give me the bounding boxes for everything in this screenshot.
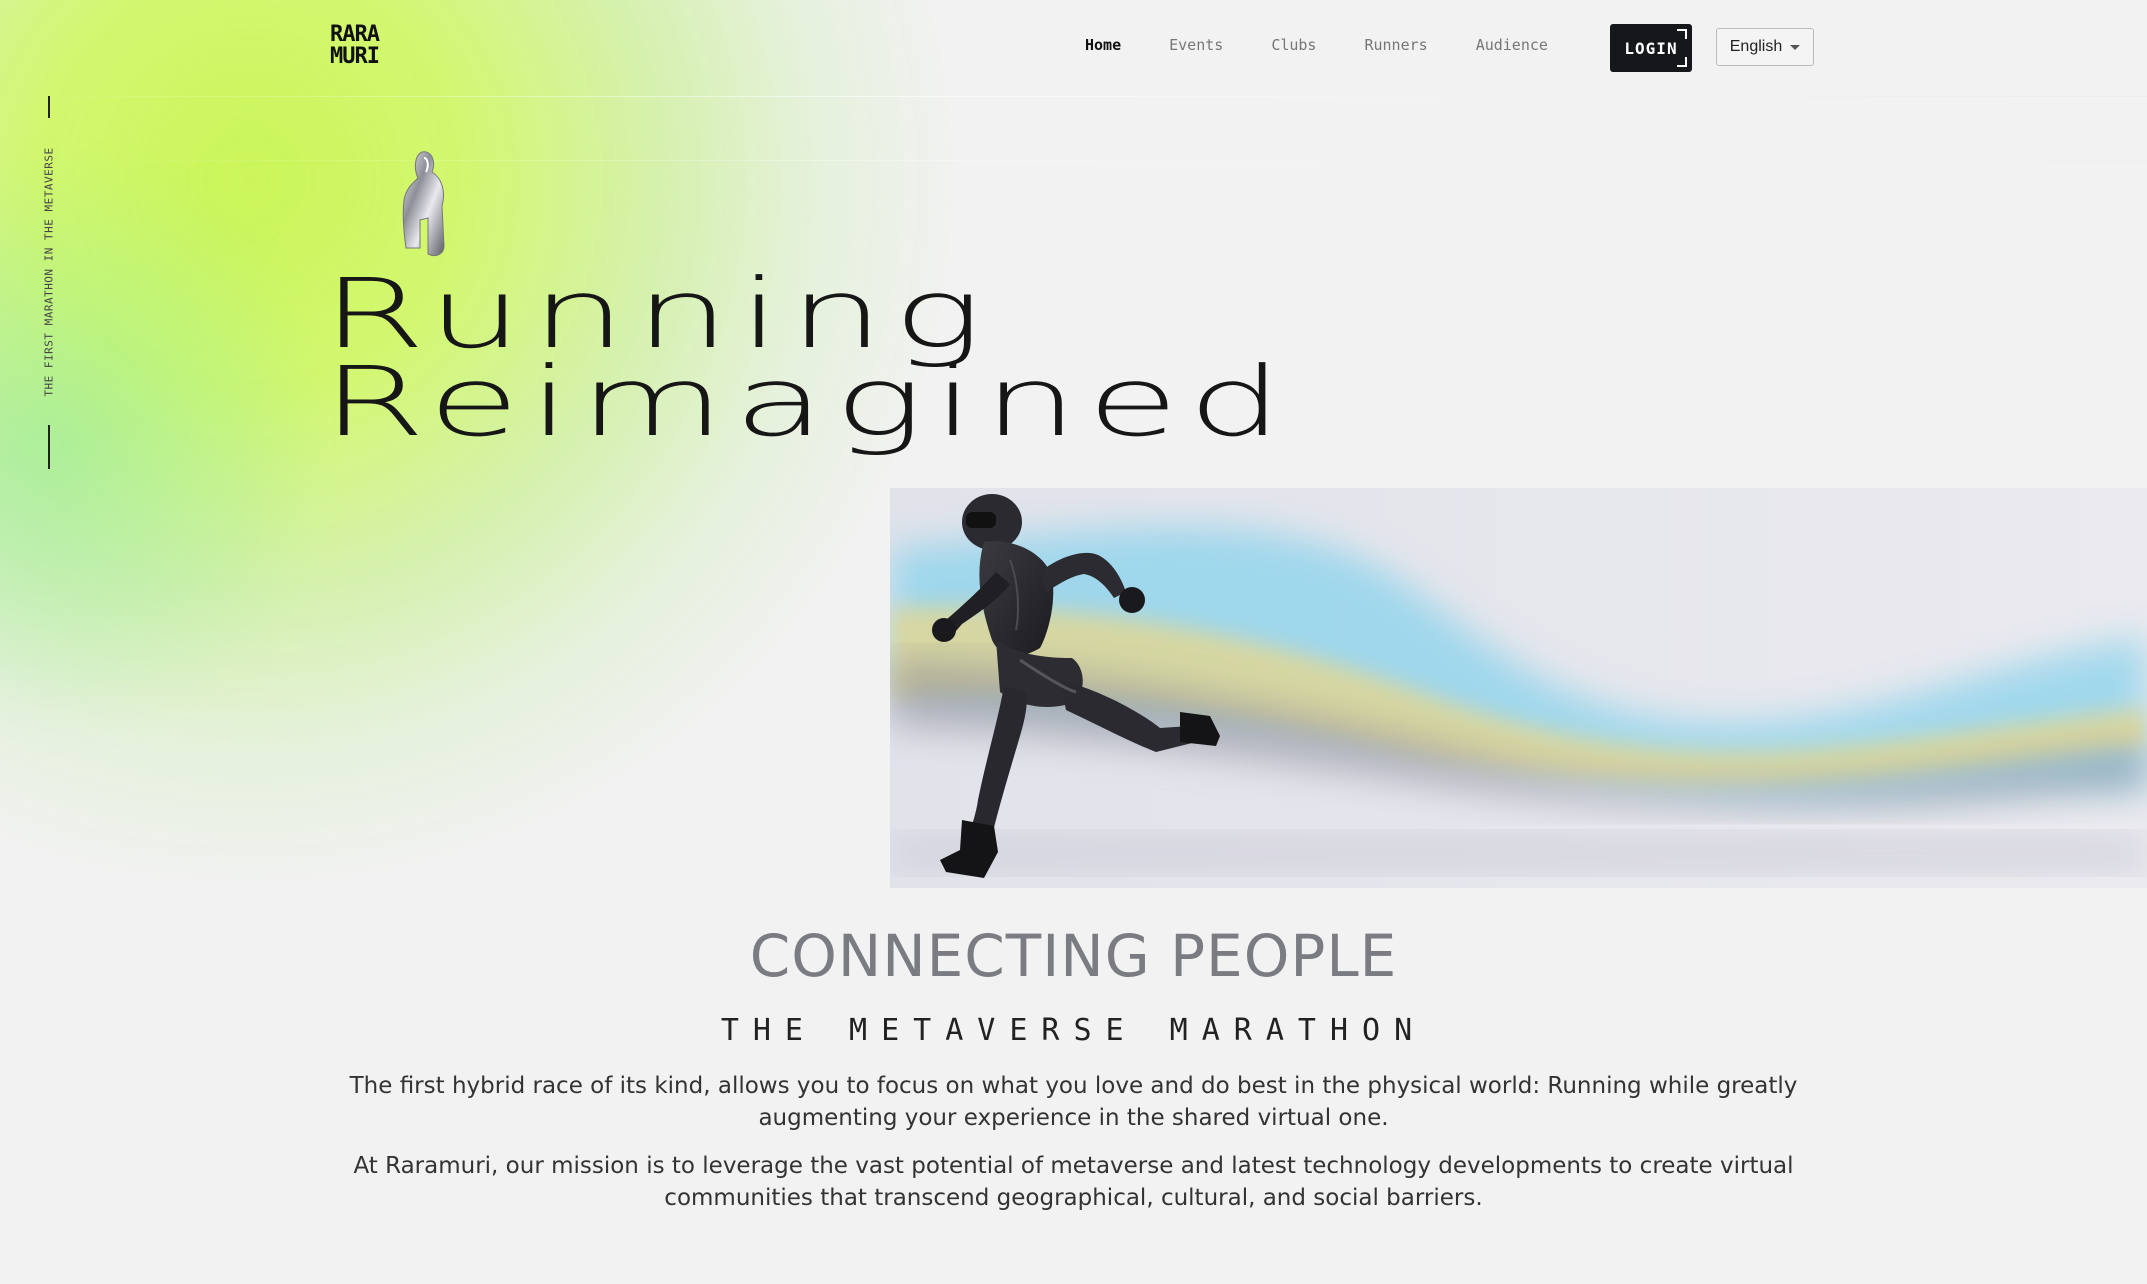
language-value: English: [1729, 38, 1783, 55]
nav-home[interactable]: Home: [1085, 36, 1121, 54]
hero-title-line-1: Running: [322, 258, 992, 370]
login-button[interactable]: LOGIN: [1610, 24, 1692, 72]
side-line-top: [48, 96, 50, 118]
mission-paragraph: At Raramuri, our mission is to leverage …: [353, 1153, 1794, 1211]
side-line-bottom: [48, 425, 50, 469]
intro-paragraph: The first hybrid race of its kind, allow…: [349, 1073, 1798, 1131]
logo-line-2: MURI: [330, 44, 380, 69]
chevron-down-icon: [1790, 44, 1801, 50]
section-title: CONNECTING PEOPLE: [749, 922, 1398, 990]
side-vertical-text: THE FIRST MARATHON IN THE METAVERSE: [42, 147, 56, 397]
section-subtitle: THE METAVERSE MARATHON: [720, 1013, 1427, 1048]
nav-events[interactable]: Events: [1169, 36, 1223, 54]
nav-clubs[interactable]: Clubs: [1271, 36, 1316, 54]
page: RARA MURI Home Events Clubs Runners Audi…: [0, 0, 2147, 1284]
language-select[interactable]: English: [1716, 28, 1814, 66]
runner-image: [900, 480, 1260, 894]
nav-audience[interactable]: Audience: [1476, 36, 1548, 54]
main-nav: Home Events Clubs Runners Audience: [1085, 36, 1596, 54]
trophy-icon: [398, 148, 454, 264]
nav-runners[interactable]: Runners: [1364, 36, 1427, 54]
logo[interactable]: RARA MURI: [330, 22, 380, 69]
corner-bracket-icon: [1677, 57, 1687, 67]
header-divider: [0, 96, 2147, 97]
logo-line-1: RARA: [330, 22, 380, 47]
header-divider-faint: [0, 160, 2147, 161]
login-label: LOGIN: [1624, 38, 1678, 58]
hero-title-line-2: Reimagined: [322, 346, 1292, 458]
hero-title: Running Reimagined: [322, 258, 1292, 458]
corner-bracket-icon: [1677, 29, 1687, 39]
